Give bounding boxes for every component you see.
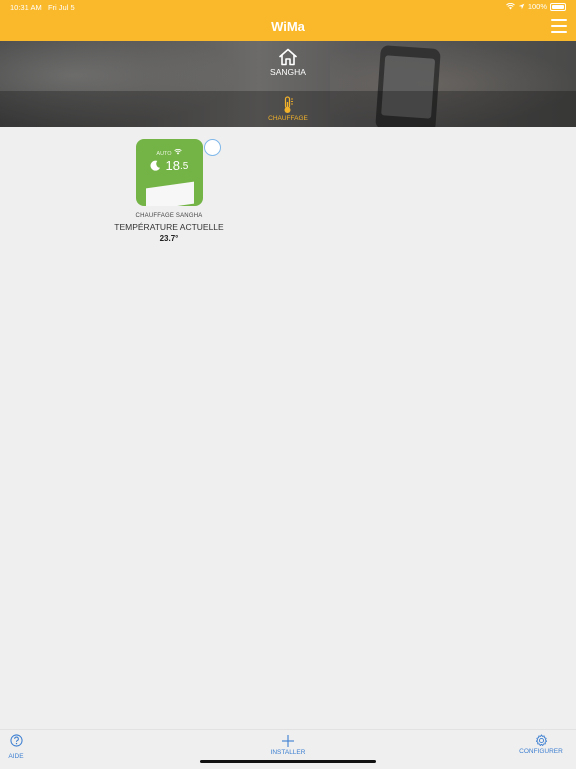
moon-icon — [149, 160, 160, 171]
thermometer-icon — [284, 96, 293, 113]
install-label: INSTALLER — [270, 749, 306, 756]
battery-icon — [550, 2, 566, 11]
device-tile[interactable]: AUTO 18.5 — [135, 139, 203, 206]
mode-label: AUTO — [156, 151, 172, 157]
home-indicator — [200, 760, 376, 763]
bottom-toolbar: AIDE INSTALLER CONFIGURER — [0, 729, 576, 769]
home-nav-button[interactable]: SANGHA — [238, 48, 338, 77]
help-button[interactable]: AIDE — [6, 734, 26, 760]
temperature-label: TEMPÉRATURE ACTUELLE — [114, 222, 224, 232]
hamburger-menu-icon — [551, 19, 567, 22]
battery-percent: 100% — [527, 2, 547, 11]
plus-icon — [282, 735, 294, 747]
gear-icon — [535, 734, 547, 746]
device-name: CHAUFFAGE SANGHA — [135, 213, 203, 219]
app-title: WiMa — [271, 19, 305, 34]
home-label: SANGHA — [270, 67, 306, 77]
home-icon — [278, 48, 298, 66]
status-indicators: 100% — [505, 2, 566, 11]
help-label: AIDE — [8, 753, 24, 760]
configure-label: CONFIGURER — [519, 748, 563, 755]
tile-mode: AUTO — [136, 148, 203, 157]
menu-button[interactable] — [551, 19, 567, 34]
setpoint-integer: 18 — [165, 158, 180, 173]
setpoint-decimal: .5 — [179, 161, 189, 172]
device-select-toggle[interactable] — [204, 139, 221, 156]
setpoint-display: 18.5 — [149, 158, 189, 173]
menu-line — [551, 30, 567, 34]
wifi-icon — [505, 3, 515, 10]
chauffage-label: CHAUFFAGE — [268, 115, 308, 122]
install-button[interactable]: INSTALLER — [268, 734, 308, 756]
temperature-value: 23.7° — [159, 234, 179, 243]
status-clock: 10:31 AM — [10, 3, 42, 12]
status-bar: 10:31 AM Fri Jul 5 100% — [0, 0, 576, 14]
location-icon — [518, 3, 525, 10]
menu-line — [551, 24, 567, 28]
tab-chauffage[interactable]: CHAUFFAGE — [238, 96, 338, 122]
configure-button[interactable]: CONFIGURER — [518, 734, 564, 755]
wifi-icon — [173, 148, 182, 155]
status-date: Fri Jul 5 — [47, 3, 75, 12]
status-time: 10:31 AM Fri Jul 5 — [10, 3, 75, 12]
device-illustration — [145, 181, 194, 206]
help-icon — [9, 734, 23, 747]
